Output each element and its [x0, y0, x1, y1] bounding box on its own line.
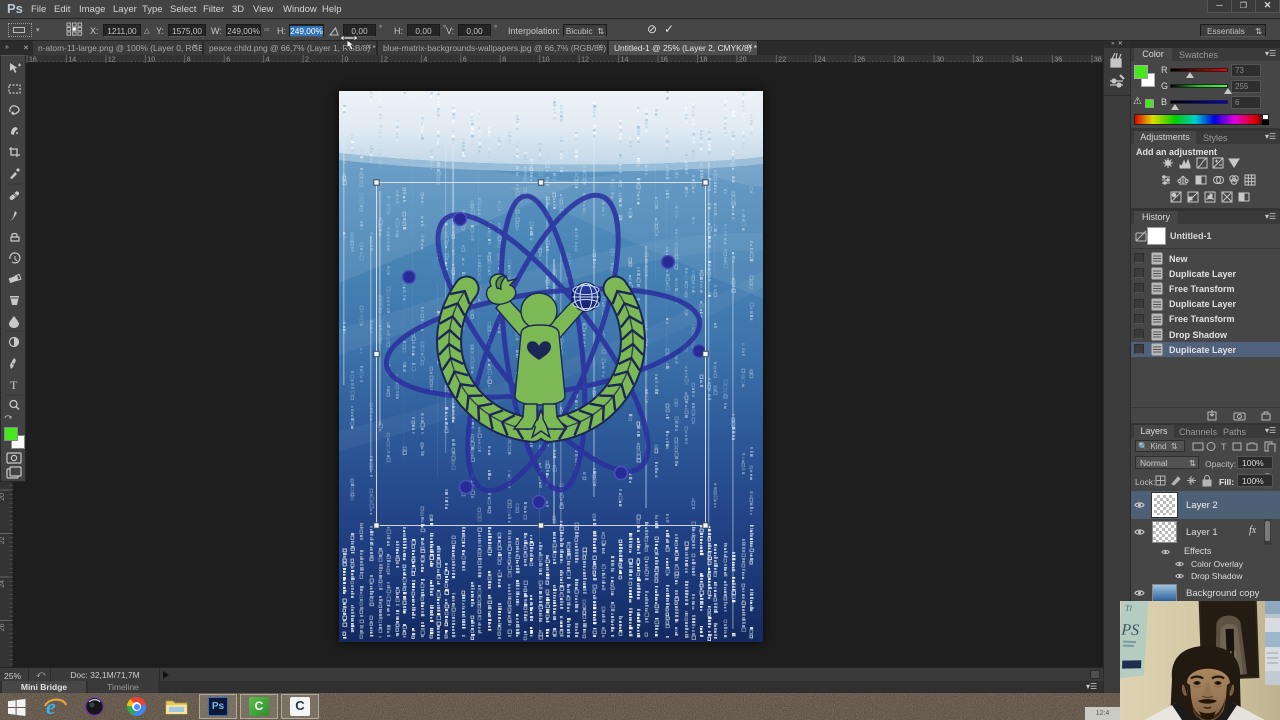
svg-text:PS: PS	[1120, 622, 1139, 640]
svg-text:16: 16	[29, 57, 37, 64]
svg-text:36: 36	[1054, 57, 1062, 64]
svg-text:32: 32	[976, 57, 984, 64]
svg-text:12: 12	[581, 57, 589, 64]
svg-text:34: 34	[1015, 57, 1023, 64]
svg-text:20: 20	[739, 57, 747, 64]
svg-text:16: 16	[660, 57, 668, 64]
svg-text:T: T	[10, 378, 18, 392]
svg-text:2: 2	[384, 57, 388, 64]
svg-text:6: 6	[463, 57, 467, 64]
svg-text:14: 14	[621, 57, 629, 64]
svg-text:Tl: Tl	[1125, 604, 1133, 613]
svg-text:6: 6	[226, 57, 230, 64]
svg-text:24: 24	[818, 57, 826, 64]
svg-text:10: 10	[147, 57, 155, 64]
svg-text:38: 38	[1094, 57, 1102, 64]
svg-text:14: 14	[68, 57, 76, 64]
svg-text:30: 30	[936, 57, 944, 64]
svg-text:26: 26	[857, 57, 865, 64]
svg-text:22: 22	[0, 536, 6, 544]
svg-text:4: 4	[266, 57, 270, 64]
svg-text:20: 20	[0, 493, 6, 501]
svg-text:10: 10	[542, 57, 550, 64]
svg-text:28: 28	[897, 57, 905, 64]
svg-text:0: 0	[345, 57, 349, 64]
svg-text:4: 4	[423, 57, 427, 64]
svg-text:24: 24	[0, 580, 6, 588]
svg-text:2: 2	[305, 57, 309, 64]
svg-text:18: 18	[700, 57, 708, 64]
svg-text:22: 22	[778, 57, 786, 64]
svg-text:T: T	[1221, 442, 1227, 452]
svg-text:12: 12	[108, 57, 116, 64]
svg-text:26: 26	[0, 623, 6, 631]
svg-text:8: 8	[502, 57, 506, 64]
svg-text:8: 8	[187, 57, 191, 64]
